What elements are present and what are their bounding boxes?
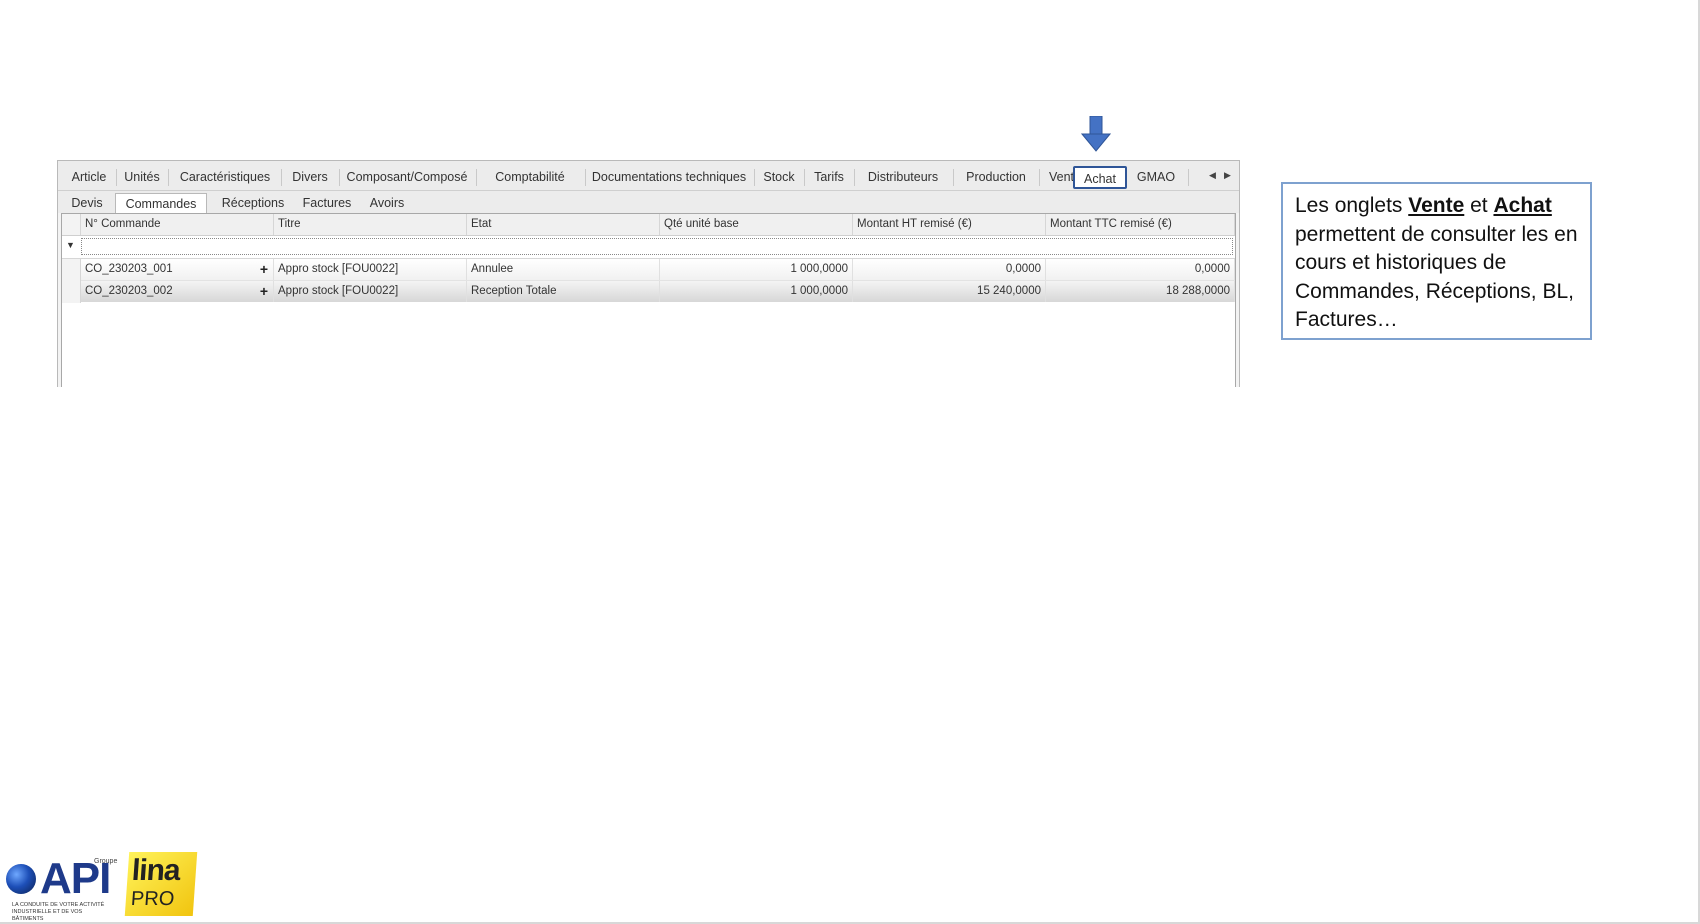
tab-separator xyxy=(1039,169,1040,186)
subtab-devis[interactable]: Devis xyxy=(64,194,110,212)
api-globe-icon xyxy=(6,864,36,894)
tab-unites[interactable]: Unités xyxy=(120,167,164,187)
sub-tab-bar: Devis Commandes Réceptions Factures Avoi… xyxy=(58,191,1239,214)
tab-separator xyxy=(585,169,586,186)
arrow-down-icon xyxy=(1081,116,1111,152)
window-cutoff xyxy=(57,387,1240,390)
tab-separator xyxy=(168,169,169,186)
api-tagline: LA CONDUITE DE VOTRE ACTIVITÉ INDUSTRIEL… xyxy=(12,902,105,922)
tab-composant-compose[interactable]: Composant/Composé xyxy=(344,167,470,187)
tab-tarifs[interactable]: Tarifs xyxy=(808,167,850,187)
tab-separator xyxy=(476,169,477,186)
callout-achat: Achat xyxy=(1493,194,1552,217)
cell-numero-text: CO_230203_001 xyxy=(85,263,173,275)
cell-qte: 1 000,0000 xyxy=(660,259,853,280)
column-header-titre[interactable]: Titre xyxy=(274,214,467,235)
tab-divers[interactable]: Divers xyxy=(286,167,334,187)
tab-comptabilite[interactable]: Comptabilité xyxy=(480,167,580,187)
expand-icon[interactable]: + xyxy=(260,259,268,280)
tab-article[interactable]: Article xyxy=(66,167,112,187)
table-row[interactable]: CO_230203_001 + Appro stock [FOU0022] An… xyxy=(81,259,1235,281)
tab-gmao[interactable]: GMAO xyxy=(1132,167,1180,187)
tab-separator xyxy=(804,169,805,186)
callout-text-2: et xyxy=(1464,194,1494,217)
tab-distributeurs[interactable]: Distributeurs xyxy=(858,167,948,187)
tab-separator xyxy=(854,169,855,186)
row-header xyxy=(62,259,81,303)
callout-vente: Vente xyxy=(1408,194,1465,217)
column-header-montant-ht[interactable]: Montant HT remisé (€) xyxy=(853,214,1046,235)
subtab-commandes[interactable]: Commandes xyxy=(115,193,207,214)
tab-documentations-techniques[interactable]: Documentations techniques xyxy=(589,167,749,187)
cell-montant-ht: 15 240,0000 xyxy=(853,281,1046,302)
cell-etat: Reception Totale xyxy=(467,281,660,302)
tab-separator xyxy=(281,169,282,186)
tab-separator xyxy=(116,169,117,186)
api-groupe-text: Groupe xyxy=(94,858,118,865)
cell-etat: Annulee xyxy=(467,259,660,280)
cell-montant-ht: 0,0000 xyxy=(853,259,1046,280)
lina-logo-text: lina xyxy=(130,854,181,887)
app-window: Article Unités Caractéristiques Divers C… xyxy=(57,160,1240,388)
tab-production[interactable]: Production xyxy=(957,167,1035,187)
cell-numero: CO_230203_001 + xyxy=(81,259,274,280)
pro-logo-text: PRO xyxy=(130,888,176,910)
cell-titre: Appro stock [FOU0022] xyxy=(274,281,467,302)
subtab-avoirs[interactable]: Avoirs xyxy=(362,194,412,212)
tab-scroll-left-icon[interactable]: ◀ xyxy=(1209,170,1216,181)
main-tab-bar: Article Unités Caractéristiques Divers C… xyxy=(58,161,1239,191)
column-header-numero[interactable]: N° Commande xyxy=(81,214,274,235)
slide-border xyxy=(0,0,1700,924)
cell-numero: CO_230203_002 + xyxy=(81,281,274,302)
subtab-factures[interactable]: Factures xyxy=(294,194,360,212)
tab-caracteristiques[interactable]: Caractéristiques xyxy=(173,167,277,187)
cell-qte: 1 000,0000 xyxy=(660,281,853,302)
cell-numero-text: CO_230203_002 xyxy=(85,285,173,297)
tab-separator xyxy=(953,169,954,186)
callout-box: Les onglets Vente et Achat permettent de… xyxy=(1281,182,1592,340)
lina-pro-logo: lina PRO xyxy=(124,852,198,916)
tab-stock[interactable]: Stock xyxy=(758,167,800,187)
filter-icon[interactable]: ▼ xyxy=(66,240,75,250)
filter-input[interactable] xyxy=(81,238,1233,255)
column-header-qte[interactable]: Qté unité base xyxy=(660,214,853,235)
tab-separator xyxy=(1188,169,1189,186)
tab-scroll-right-icon[interactable]: ▶ xyxy=(1224,170,1231,181)
subtab-receptions[interactable]: Réceptions xyxy=(213,194,293,212)
callout-text-1: Les onglets xyxy=(1295,194,1409,217)
tab-separator xyxy=(339,169,340,186)
cell-montant-ttc: 18 288,0000 xyxy=(1046,281,1235,302)
tab-separator xyxy=(754,169,755,186)
expand-icon[interactable]: + xyxy=(260,281,268,302)
table-row[interactable]: CO_230203_002 + Appro stock [FOU0022] Re… xyxy=(81,281,1235,302)
tab-achat[interactable]: Achat xyxy=(1073,166,1127,189)
grid-header: N° Commande Titre Etat Qté unité base Mo… xyxy=(62,214,1235,236)
orders-grid: N° Commande Titre Etat Qté unité base Mo… xyxy=(61,213,1236,388)
row-header-corner xyxy=(62,214,81,235)
filter-row: ▼ xyxy=(62,236,1235,259)
cell-titre: Appro stock [FOU0022] xyxy=(274,259,467,280)
column-header-etat[interactable]: Etat xyxy=(467,214,660,235)
cell-montant-ttc: 0,0000 xyxy=(1046,259,1235,280)
column-header-montant-ttc[interactable]: Montant TTC remisé (€) xyxy=(1046,214,1235,235)
api-logo: API Groupe LA CONDUITE DE VOTRE ACTIVITÉ… xyxy=(6,854,117,922)
callout-text-3: permettent de consulter les en cours et … xyxy=(1295,222,1578,332)
